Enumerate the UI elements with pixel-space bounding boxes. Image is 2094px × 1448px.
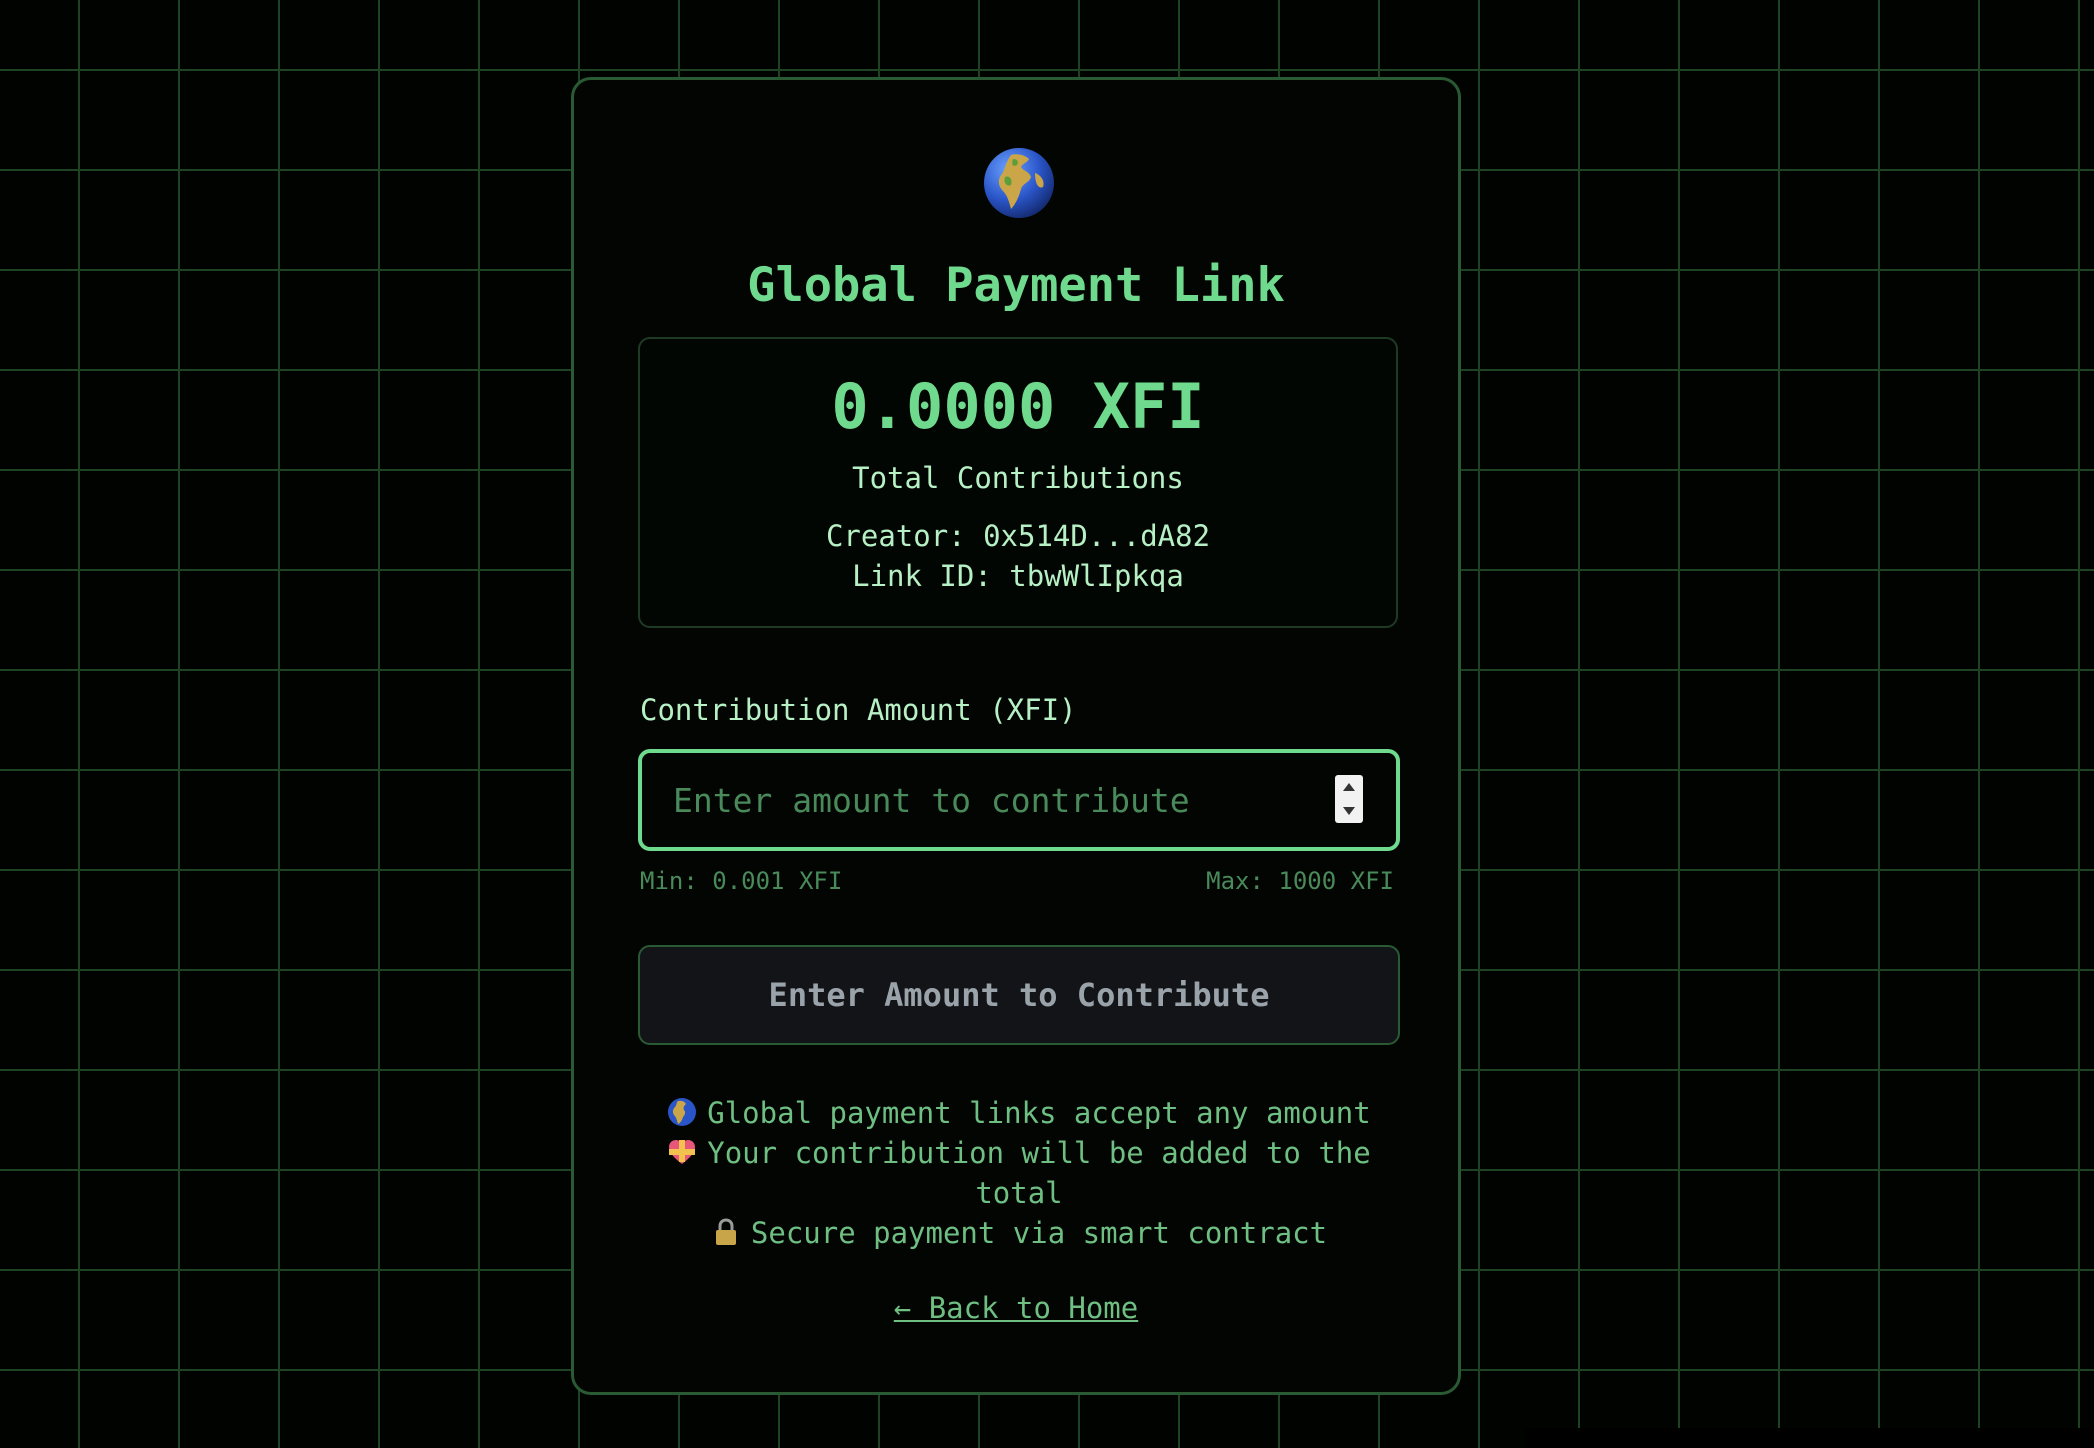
total-contributions-label: Total Contributions (852, 461, 1184, 495)
globe-icon (984, 148, 1054, 218)
page-title: Global Payment Link (747, 258, 1285, 313)
max-amount-hint: Max: 1000 XFI (1206, 867, 1394, 895)
lock-icon (715, 1218, 736, 1245)
info-line-secure: Secure payment via smart contract (664, 1213, 1374, 1253)
info-line-contribution: Your contribution will be added to the t… (664, 1133, 1374, 1213)
back-link-container: ← Back to Home (574, 1288, 1458, 1328)
info-line-global: Global payment links accept any amount (664, 1093, 1374, 1133)
heart-ribbon-icon (669, 1140, 696, 1164)
info-notes: Global payment links accept any amount Y… (664, 1093, 1374, 1253)
total-contributions-value: 0.0000 XFI (831, 370, 1205, 443)
info-text-global: Global payment links accept any amount (707, 1096, 1371, 1130)
amount-input[interactable] (642, 753, 1396, 847)
amount-input-wrapper (638, 749, 1400, 851)
chevron-down-icon (1343, 807, 1355, 815)
min-amount-hint: Min: 0.001 XFI (640, 867, 843, 895)
info-text-secure: Secure payment via smart contract (750, 1216, 1328, 1250)
corner-strip (1525, 1428, 2094, 1448)
amount-stepper[interactable] (1335, 775, 1363, 823)
back-to-home-link[interactable]: ← Back to Home (894, 1291, 1138, 1325)
contributions-summary: 0.0000 XFI Total Contributions Creator: … (638, 337, 1398, 628)
creator-address: Creator: 0x514D...dA82 (825, 519, 1211, 553)
contribute-button[interactable]: Enter Amount to Contribute (638, 945, 1400, 1045)
globe-icon (668, 1098, 697, 1126)
stepper-down-button[interactable] (1335, 799, 1363, 823)
chevron-up-icon (1343, 783, 1355, 791)
amount-field-label: Contribution Amount (XFI) (640, 693, 1077, 727)
link-id: Link ID: tbwWlIpkqa (852, 559, 1184, 593)
payment-card: Global Payment Link 0.0000 XFI Total Con… (571, 77, 1461, 1395)
info-text-contribution: Your contribution will be added to the t… (707, 1136, 1371, 1210)
stepper-up-button[interactable] (1335, 775, 1363, 799)
